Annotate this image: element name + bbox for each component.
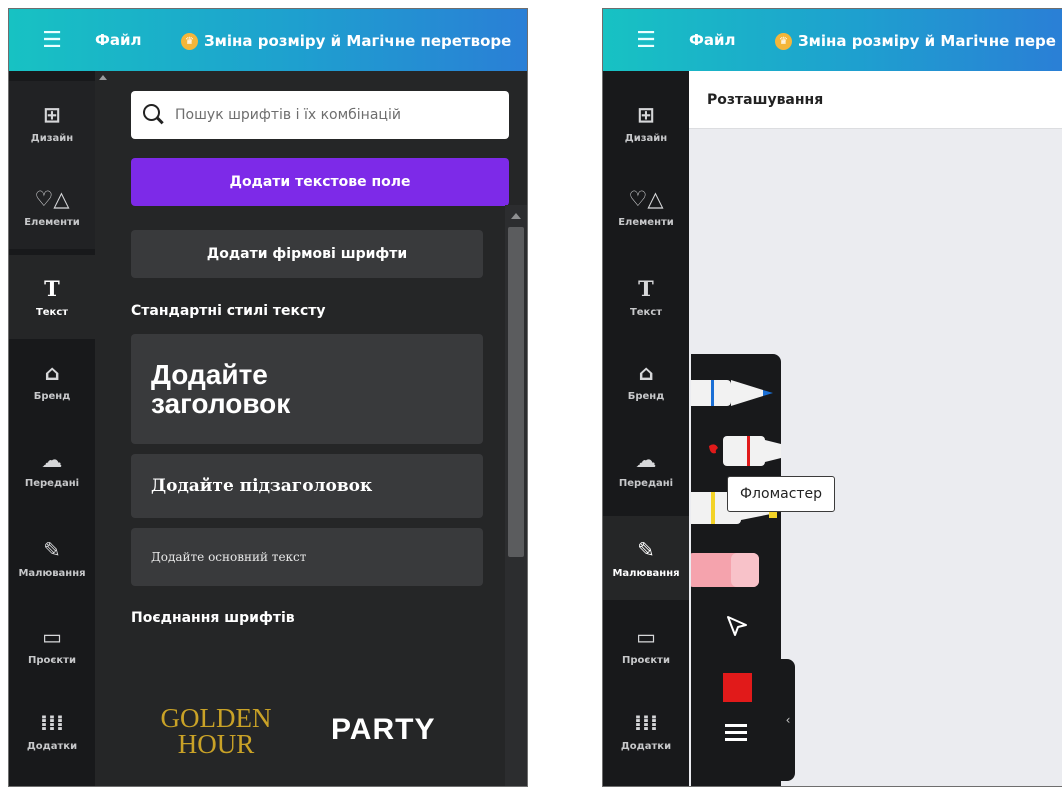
- top-bar: ☰ Файл ♛ Зміна розміру й Магічне пере: [603, 9, 1062, 71]
- marker-red-icon: [709, 436, 781, 466]
- add-body-text-button[interactable]: Додайте основний текст: [131, 528, 483, 586]
- rail-item-label: Додатки: [26, 740, 78, 752]
- scrollbar-thumb[interactable]: [508, 227, 524, 557]
- folder-icon: ▭: [42, 624, 62, 649]
- side-rail: ⊞ Дизайн ♡△ Елементи T Текст ⌂ Бренд ☁ П…: [9, 71, 95, 786]
- text-panel: Додати текстове поле Додати фірмові шриф…: [95, 71, 527, 786]
- crown-icon: ♛: [775, 32, 792, 50]
- shapes-icon: ♡△: [628, 186, 664, 211]
- rail-item-label: Дизайн: [30, 132, 74, 144]
- rail-item-label: Малювання: [18, 567, 86, 579]
- tooltip: Фломастер: [727, 476, 836, 512]
- rail-item-label: Проєкти: [28, 654, 76, 666]
- rail-item-apps[interactable]: ⁞⁞⁞ Додатки: [9, 689, 95, 773]
- rail-item-text[interactable]: T Текст: [9, 255, 95, 339]
- layout-icon: ⊞: [637, 102, 655, 127]
- rail-item-label: Бренд: [627, 390, 665, 402]
- text-icon: T: [44, 275, 60, 301]
- text-icon: T: [638, 275, 654, 301]
- position-bar: Розташування: [689, 71, 1062, 129]
- file-menu-button[interactable]: Файл: [95, 31, 181, 49]
- rail-item-projects[interactable]: ▭ Проєкти: [9, 603, 95, 687]
- stroke-settings-icon[interactable]: [725, 724, 747, 742]
- rail-item-elements[interactable]: ♡△ Елементи: [603, 165, 689, 249]
- resize-menu-button[interactable]: ♛ Зміна розміру й Магічне перетворе: [181, 31, 511, 50]
- eraser-tool[interactable]: [691, 549, 781, 593]
- crown-icon: ♛: [181, 32, 198, 50]
- top-bar: ☰ Файл ♛ Зміна розміру й Магічне перетвор…: [9, 9, 527, 71]
- hamburger-icon[interactable]: ☰: [603, 28, 689, 53]
- rail-item-apps[interactable]: ⁞⁞⁞ Додатки: [603, 689, 689, 773]
- upload-cloud-icon: ☁: [635, 447, 657, 472]
- rail-item-design[interactable]: ⊞ Дизайн: [9, 81, 95, 165]
- file-menu-button[interactable]: Файл: [689, 31, 775, 49]
- rail-item-elements[interactable]: ♡△ Елементи: [9, 165, 95, 249]
- pen-tool-blue[interactable]: [691, 372, 781, 416]
- rail-item-uploads[interactable]: ☁ Передані: [9, 426, 95, 510]
- rail-item-label: Текст: [629, 306, 663, 318]
- draw-toolbar: [691, 354, 781, 786]
- position-button[interactable]: Розташування: [707, 92, 823, 108]
- font-search[interactable]: [131, 91, 509, 139]
- font-search-input[interactable]: [175, 107, 475, 123]
- upload-cloud-icon: ☁: [41, 447, 63, 472]
- brand-icon: ⌂: [44, 360, 60, 385]
- add-heading-button[interactable]: Додайте заголовок: [131, 334, 483, 444]
- font-combo-golden-hour[interactable]: GOLDEN HOUR: [151, 703, 281, 759]
- draw-icon: ✎: [43, 537, 61, 562]
- hamburger-icon[interactable]: ☰: [9, 28, 95, 53]
- combo-line: HOUR: [177, 729, 255, 759]
- text-panel-screenshot: ☰ Файл ♛ Зміна розміру й Магічне перетвор…: [8, 8, 528, 787]
- layout-icon: ⊞: [43, 102, 61, 127]
- panel-scroll-up-icon[interactable]: [99, 75, 107, 80]
- heading-sample-text: Додайте заголовок: [151, 359, 291, 419]
- resize-menu-label: Зміна розміру й Магічне перетворе: [204, 31, 512, 50]
- shapes-icon: ♡△: [34, 186, 70, 211]
- search-icon: [143, 104, 165, 126]
- panel-scrollbar[interactable]: [505, 205, 527, 786]
- rail-item-label: Передані: [24, 477, 80, 489]
- rail-item-uploads[interactable]: ☁ Передані: [603, 426, 689, 510]
- rail-item-label: Бренд: [33, 390, 71, 402]
- color-swatch-button[interactable]: [723, 673, 752, 702]
- combo-line: GOLDEN: [160, 703, 272, 733]
- resize-menu-button[interactable]: ♛ Зміна розміру й Магічне пере: [775, 31, 1056, 50]
- font-combinations-title: Поєднання шрифтів: [131, 610, 295, 626]
- brand-icon: ⌂: [638, 360, 654, 385]
- rail-item-design[interactable]: ⊞ Дизайн: [603, 81, 689, 165]
- rail-item-label: Дизайн: [624, 132, 668, 144]
- font-combo-party[interactable]: PARTY: [331, 713, 435, 747]
- rail-item-label: Текст: [35, 306, 69, 318]
- rail-item-label: Малювання: [612, 567, 680, 579]
- add-subheading-button[interactable]: Додайте підзаголовок: [131, 454, 483, 518]
- apps-grid-icon: ⁞⁞⁞: [40, 710, 64, 735]
- marker-tool-red[interactable]: [691, 430, 781, 474]
- rail-item-label: Елементи: [24, 216, 80, 228]
- rail-item-label: Передані: [618, 477, 674, 489]
- rail-item-text[interactable]: T Текст: [603, 255, 689, 339]
- rail-item-label: Проєкти: [622, 654, 670, 666]
- default-text-styles-title: Стандартні стилі тексту: [131, 303, 326, 319]
- collapse-panel-chevron-icon[interactable]: ‹: [781, 659, 795, 781]
- draw-icon: ✎: [637, 537, 655, 562]
- side-rail: ⊞ Дизайн ♡△ Елементи T Текст ⌂ Бренд ☁ П…: [603, 71, 689, 786]
- select-cursor-icon[interactable]: [725, 614, 749, 638]
- rail-item-label: Елементи: [618, 216, 674, 228]
- eraser-icon: [691, 553, 759, 587]
- rail-item-draw[interactable]: ✎ Малювання: [603, 516, 689, 600]
- apps-grid-icon: ⁞⁞⁞: [634, 710, 658, 735]
- scrollbar-up-arrow-icon[interactable]: [511, 213, 521, 219]
- rail-item-projects[interactable]: ▭ Проєкти: [603, 603, 689, 687]
- add-brand-fonts-button[interactable]: Додати фірмові шрифти: [131, 230, 483, 278]
- folder-icon: ▭: [636, 624, 656, 649]
- pen-blue-icon: [691, 380, 773, 406]
- add-text-box-button[interactable]: Додати текстове поле: [131, 158, 509, 206]
- rail-item-brand[interactable]: ⌂ Бренд: [9, 339, 95, 423]
- rail-item-draw[interactable]: ✎ Малювання: [9, 516, 95, 600]
- draw-panel-screenshot: ☰ Файл ♛ Зміна розміру й Магічне пере ⊞ Д…: [602, 8, 1062, 787]
- rail-item-label: Додатки: [620, 740, 672, 752]
- rail-item-brand[interactable]: ⌂ Бренд: [603, 339, 689, 423]
- resize-menu-label: Зміна розміру й Магічне пере: [798, 31, 1056, 50]
